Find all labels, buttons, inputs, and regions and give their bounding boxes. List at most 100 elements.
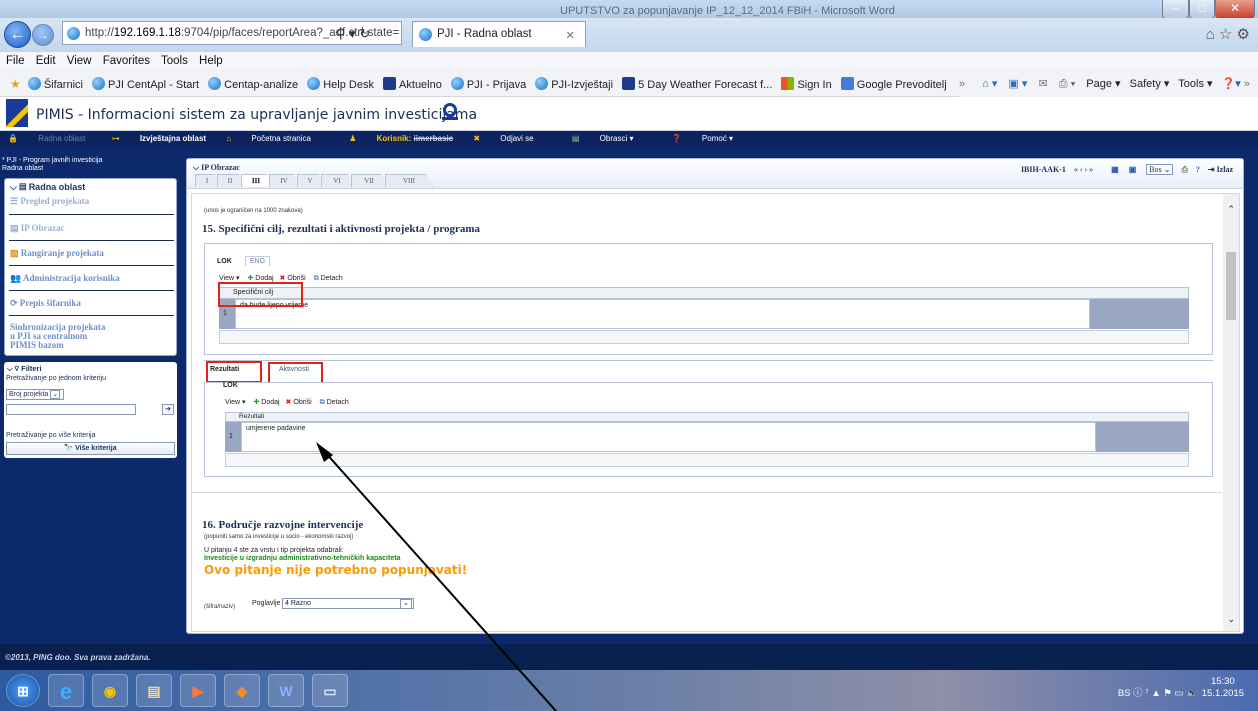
last-page-icon[interactable]: » (1089, 165, 1093, 174)
maximize-button[interactable]: □ (1189, 0, 1215, 19)
view-menu[interactable]: View ▾ (225, 399, 246, 406)
next-page-icon[interactable]: › (1085, 165, 1088, 174)
detach-button[interactable]: Detach (327, 399, 349, 406)
print-icon[interactable]: ⎙ (1181, 165, 1187, 174)
nav-sinhronizacija[interactable]: Sinhronizacija projekata u PJI sa centra… (10, 323, 105, 350)
word-taskbar-icon[interactable]: W (268, 674, 304, 707)
tab-ii[interactable]: II (217, 174, 243, 187)
explorer-taskbar-icon[interactable]: ▤ (136, 674, 172, 707)
delete-button[interactable]: Obriši (287, 275, 305, 282)
add-button[interactable]: Dodaj (255, 275, 273, 282)
search-icon[interactable]: ⚲ ▾ ↻ (336, 26, 370, 42)
language-indicator[interactable]: BS (1118, 688, 1131, 699)
detach-icon[interactable]: ⧉ (320, 399, 325, 406)
window-taskbar-icon[interactable]: ▭ (312, 674, 348, 707)
tools-menu[interactable]: Tools ▾ (1178, 78, 1212, 90)
safety-menu[interactable]: Safety ▾ (1130, 78, 1170, 90)
chrome-taskbar-icon[interactable]: ◉ (92, 674, 128, 707)
fav-aktuelno[interactable]: Aktuelno (383, 77, 442, 91)
page-menu[interactable]: Page ▾ (1086, 78, 1120, 90)
add-button[interactable]: Dodaj (261, 399, 279, 406)
prev-page-icon[interactable]: ‹ (1080, 165, 1083, 174)
start-button[interactable]: ⊞ (6, 674, 40, 707)
criterion-input[interactable] (6, 404, 136, 415)
scroll-down-icon[interactable]: ⌄ (1227, 614, 1235, 625)
radna-oblast-link[interactable]: 🔒 Radna oblast (8, 134, 103, 143)
tab-viii[interactable]: VIII (385, 174, 433, 187)
print-icon[interactable]: ⎙ ▾ (1059, 78, 1075, 90)
odjavi-link[interactable]: ✖ Odjavi se (473, 134, 551, 143)
tab-vi[interactable]: VI (321, 174, 353, 187)
vise-kriterija-button[interactable]: 🔭 Više kriterija (6, 442, 175, 455)
fav-centap-analize[interactable]: Centap-analize (208, 77, 298, 91)
ie-taskbar-icon[interactable]: e (48, 674, 84, 707)
tab-vii[interactable]: VII (351, 174, 387, 187)
criterion-select[interactable]: Broj projekta ⌄ (6, 389, 64, 400)
nav-ip-obrazac[interactable]: ▤ IP Obrazac (10, 224, 65, 233)
add-icon[interactable]: ✚ (247, 275, 253, 282)
add-icon[interactable]: ✚ (253, 399, 259, 406)
help-icon[interactable]: ❓▾ (1222, 78, 1241, 90)
forward-button[interactable]: → (32, 24, 54, 46)
pocetna-link[interactable]: ⌂ Početna stranica (226, 134, 329, 143)
save-icon[interactable]: ▣ (1129, 165, 1137, 174)
fav-sign-in[interactable]: Sign In (781, 77, 832, 91)
menu-view[interactable]: View (67, 55, 92, 67)
fav-google-translate[interactable]: Google Prevoditelj (840, 77, 947, 91)
menu-edit[interactable]: Edit (36, 55, 56, 67)
fav-weather[interactable]: 5 Day Weather Forecast f... (622, 77, 772, 91)
specific-goal-cell[interactable]: da bude lijepo vrijeme (235, 299, 1090, 329)
izvjestajna-oblast-link[interactable]: ⊶ Izvještajna oblast (112, 134, 206, 143)
fav-pji-izvjestaji[interactable]: PJI-Izvještaji (535, 77, 613, 91)
mail-icon[interactable]: ✉ (1038, 78, 1047, 90)
lang-tab-lok[interactable]: LOK (217, 258, 232, 265)
detach-icon[interactable]: ⧉ (314, 275, 319, 282)
report-icon[interactable]: ▦ (1111, 165, 1119, 174)
close-button[interactable]: ✕ (1215, 0, 1255, 19)
fav-pji-prijava[interactable]: PJI - Prijava (450, 77, 526, 91)
fav-sifarnici[interactable]: Šifarnici (27, 77, 83, 91)
poglavlje-select[interactable]: 4 Razno ⌄ (282, 598, 414, 609)
feeds-icon[interactable]: ▣ ▾ (1008, 78, 1027, 90)
pomoc-menu[interactable]: ❓ Pomoć ▾ (672, 134, 751, 143)
tab-iii[interactable]: III (241, 174, 271, 187)
nav-prepis[interactable]: ⟳ Prepis šifarnika (10, 299, 81, 308)
office-taskbar-icon[interactable]: ◆ (224, 674, 260, 707)
vertical-scrollbar[interactable]: ⌃ ⌄ (1223, 194, 1239, 631)
lang-tab-lok[interactable]: LOK (223, 382, 238, 389)
back-button[interactable]: ← (4, 21, 31, 48)
fav-centapl[interactable]: PJI CentApl - Start (92, 77, 199, 91)
delete-button[interactable]: Obriši (293, 399, 311, 406)
delete-icon[interactable]: ✖ (280, 275, 286, 282)
delete-icon[interactable]: ✖ (286, 399, 292, 406)
results-cell[interactable]: umjerene padavine (241, 422, 1096, 452)
tab-iv[interactable]: IV (269, 174, 299, 187)
tab-i[interactable]: I (195, 174, 219, 187)
tab-v[interactable]: V (297, 174, 323, 187)
browser-tab[interactable]: PJI - Radna oblast ✕ (412, 21, 586, 47)
scroll-up-icon[interactable]: ⌃ (1227, 204, 1235, 215)
home-star-gear-icons[interactable]: ⌂ ☆ ⚙ (1206, 25, 1250, 43)
favorites-star-icon[interactable]: ★ (10, 77, 21, 91)
menu-file[interactable]: File (6, 55, 25, 67)
minimize-button[interactable]: – (1162, 0, 1189, 19)
nav-administracija[interactable]: 👥 Administracija korisnika (10, 274, 120, 283)
menu-help[interactable]: Help (199, 55, 223, 67)
clock[interactable]: 15:30 15.1.2015 (1202, 676, 1244, 700)
obrasci-menu[interactable]: ▤ Obrasci ▾ (572, 134, 652, 143)
menu-favorites[interactable]: Favorites (103, 55, 150, 67)
chevron-icon[interactable]: » (1244, 78, 1250, 90)
lang-tab-eng[interactable]: ENG (245, 256, 271, 266)
menu-tools[interactable]: Tools (161, 55, 188, 67)
app-taskbar-icon[interactable]: ▶ (180, 674, 216, 707)
help-icon[interactable]: ? (1196, 165, 1200, 174)
fav-help-desk[interactable]: Help Desk (307, 77, 374, 91)
language-select[interactable]: Bos ⌄ (1146, 164, 1174, 175)
nav-rangiranje[interactable]: ▨ Rangiranje projekata (10, 249, 104, 258)
nav-pregled[interactable]: ☰ Pregled projekata (10, 197, 89, 206)
home-icon[interactable]: ⌂ ▾ (982, 78, 997, 90)
scroll-thumb[interactable] (1226, 252, 1236, 320)
tab-close-icon[interactable]: ✕ (565, 28, 575, 42)
first-page-icon[interactable]: « (1074, 165, 1078, 174)
exit-button[interactable]: ⇥ Izlaz (1208, 165, 1233, 174)
